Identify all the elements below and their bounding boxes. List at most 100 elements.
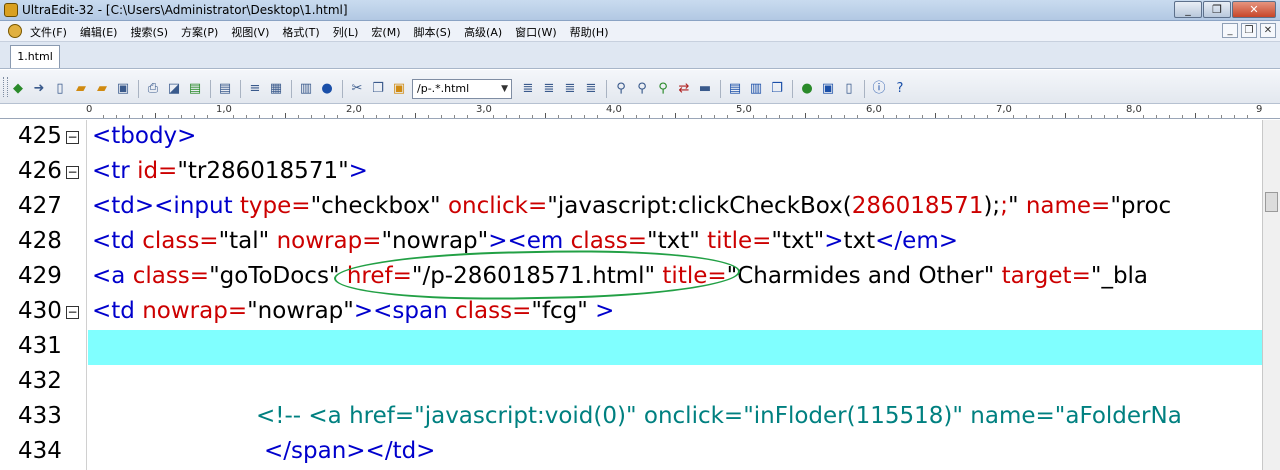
menu-item[interactable]: 视图(V) [231,24,269,40]
menu-item[interactable]: 列(L) [333,24,359,40]
code-token: " [1007,193,1026,219]
code-token: <td [92,298,143,324]
code-line[interactable]: 430− <td nowrap="nowrap"><span class="fcg… [0,295,1262,330]
find-next-icon[interactable]: ⚲ [634,81,650,97]
paste-icon[interactable]: ▣ [391,81,407,97]
open-folder-icon[interactable]: ▰ [73,81,89,97]
code-token: nowrap= [142,298,248,324]
toolbar-separator [291,80,292,98]
find-combo-box[interactable]: /p-.*.html ▼ [412,79,512,99]
code-line[interactable]: 433 <!-- <a href="javascript:void(0)" onc… [0,400,1262,435]
ruler-tick [753,115,754,118]
align-center-icon[interactable]: ≣ [541,81,557,97]
help-icon[interactable]: ? [892,81,908,97]
fold-toggle-icon[interactable]: − [66,166,79,179]
ruler-tick [857,115,858,118]
menu-item[interactable]: 宏(M) [371,24,400,40]
code-line[interactable]: 432 [0,365,1262,400]
close-button[interactable]: ✕ [1232,1,1276,18]
justify-icon[interactable]: ≣ [583,81,599,97]
code-line[interactable]: 434 </span></td> [0,435,1262,470]
cut-icon[interactable]: ✂ [349,81,365,97]
document-window-controls: _ ❐ ✕ [1219,23,1276,38]
minimize-button[interactable]: _ [1174,1,1202,18]
code-line[interactable]: 425− <tbody> [0,120,1262,155]
save-icon[interactable]: ▣ [115,81,131,97]
chevron-down-icon[interactable]: ▼ [501,80,508,98]
info-icon[interactable]: ⓘ [871,81,887,97]
forward-arrow-icon[interactable]: ➜ [31,81,47,97]
menu-item[interactable]: 高级(A) [464,24,502,40]
find-previous-icon[interactable]: ⚲ [655,81,671,97]
properties-icon[interactable]: ▥ [298,81,314,97]
title-bar: UltraEdit-32 - [C:\Users\Administrator\D… [0,0,1280,21]
menu-item[interactable]: 格式(T) [282,24,319,40]
doc-minimize-button[interactable]: _ [1222,23,1238,38]
word-wrap-icon[interactable]: ≡ [247,81,263,97]
column-ruler: 0 1,0 2,0 3,0 4,0 5,0 6,0 7,0 8,0 9 [0,104,1280,119]
code-token: <a [92,263,133,289]
export-icon[interactable]: ▤ [187,81,203,97]
menu-item[interactable]: 方案(P) [181,24,218,40]
line-number: 428 [18,228,62,254]
align-left-icon[interactable]: ≣ [520,81,536,97]
ruler-label: 6,0 [866,104,882,115]
code-text: <td class="tal" nowrap="nowrap"><em clas… [92,228,958,254]
ruler-tick [961,115,962,118]
hex-mode-icon[interactable]: ▦ [268,81,284,97]
copy-icon[interactable]: ❐ [370,81,386,97]
toolbar-separator [240,80,241,98]
web-globe-icon[interactable]: ● [799,81,815,97]
ruler-tick [311,115,312,118]
document-icon[interactable]: ▯ [841,81,857,97]
split-vertical-icon[interactable]: ▥ [748,81,764,97]
ruler-tick [1182,115,1183,118]
ftp-icon[interactable]: ▣ [820,81,836,97]
code-token: nowrap= [276,228,382,254]
find-icon[interactable]: ⚲ [613,81,629,97]
fold-toggle-icon[interactable]: − [66,306,79,319]
ruler-tick [545,113,546,118]
menu-item[interactable]: 帮助(H) [570,24,609,40]
print-icon[interactable]: ⎙ [145,81,161,97]
code-text: <tr id="tr286018571"> [92,158,368,184]
cascade-windows-icon[interactable]: ❐ [769,81,785,97]
menu-item[interactable]: 窗口(W) [515,24,556,40]
scrollbar-thumb[interactable] [1265,192,1278,212]
ruler-tick [389,115,390,118]
document-menu-icon[interactable] [8,24,22,38]
toolbar-grip[interactable] [3,77,8,97]
browser-view-icon[interactable]: ● [319,81,335,97]
print-preview-icon[interactable]: ◪ [166,81,182,97]
ruler-tick [155,113,156,118]
page-setup-icon[interactable]: ▤ [217,81,233,97]
recent-folder-icon[interactable]: ▰ [94,81,110,97]
align-right-icon[interactable]: ≣ [562,81,578,97]
code-line[interactable]: 431 [0,330,1262,365]
split-horizontal-icon[interactable]: ▤ [727,81,743,97]
menu-item[interactable]: 脚本(S) [413,24,451,40]
window-controls: _ ❐ ✕ [1173,1,1276,18]
doc-close-button[interactable]: ✕ [1260,23,1276,38]
code-token: ; [1000,193,1008,219]
restore-button[interactable]: ❐ [1203,1,1231,18]
ruler-tick [181,115,182,118]
doc-restore-button[interactable]: ❐ [1241,23,1257,38]
code-line[interactable]: 427 <td><input type="checkbox" onclick="j… [0,190,1262,225]
menu-item[interactable]: 编辑(E) [80,24,118,40]
file-tab[interactable]: 1.html [10,45,60,68]
menu-item[interactable]: 搜索(S) [130,24,168,40]
file-tab-strip: 1.html [0,42,1280,69]
new-file-icon[interactable]: ▯ [52,81,68,97]
goto-line-icon[interactable]: ▬ [697,81,713,97]
ultraedit-app-icon[interactable] [4,3,18,17]
fold-toggle-icon[interactable]: − [66,131,79,144]
vertical-scrollbar[interactable] [1262,120,1280,470]
code-text: <tbody> [92,123,196,149]
menu-item[interactable]: 文件(F) [30,24,67,40]
replace-icon[interactable]: ⇄ [676,81,692,97]
code-text: <td nowrap="nowrap"><span class="fcg" > [92,298,614,324]
ruler-tick [415,113,416,118]
back-arrow-icon[interactable]: ◆ [10,81,26,97]
code-line[interactable]: 426− <tr id="tr286018571"> [0,155,1262,190]
